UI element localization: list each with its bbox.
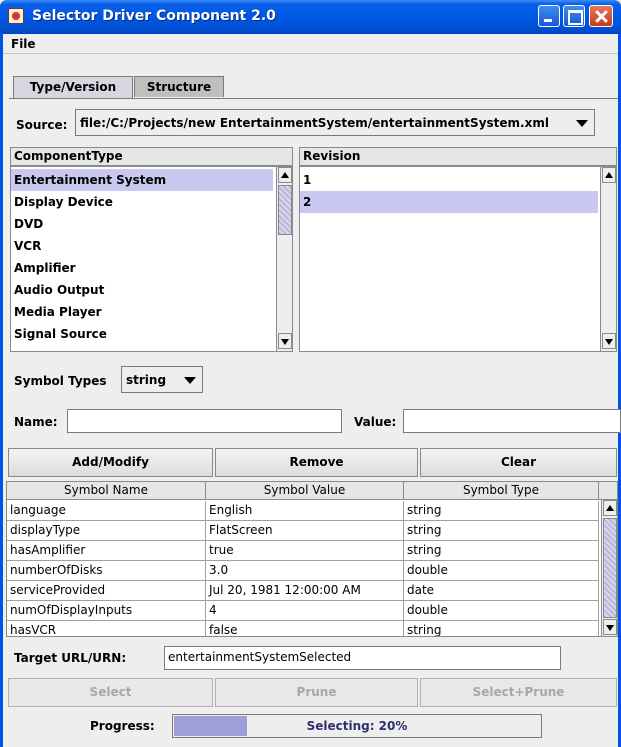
chevron-down-icon <box>576 120 588 127</box>
window-title: Selector Driver Component 2.0 <box>32 8 276 24</box>
add-modify-button[interactable]: Add/Modify <box>8 448 213 477</box>
tab-divider <box>9 98 618 99</box>
list-item[interactable]: 1 <box>300 169 598 191</box>
select-button[interactable]: Select <box>8 678 213 707</box>
list-item[interactable]: Media Player <box>11 301 273 323</box>
scroll-down-arrow-icon[interactable] <box>602 333 616 349</box>
table-cell[interactable]: double <box>404 601 599 621</box>
column-header-symbol-value[interactable]: Symbol Value <box>206 482 404 500</box>
list-item[interactable]: Amplifier <box>11 257 273 279</box>
menu-file[interactable]: File <box>11 37 36 51</box>
table-cell[interactable]: date <box>404 581 599 601</box>
symbol-types-label: Symbol Types <box>14 374 107 388</box>
chevron-down-icon <box>184 377 196 384</box>
table-cell[interactable]: string <box>404 541 599 561</box>
tab-structure[interactable]: Structure <box>134 76 224 97</box>
minimize-button[interactable] <box>538 5 560 27</box>
revision-list: 1 2 <box>299 166 617 352</box>
table-scrollbar[interactable] <box>601 500 617 636</box>
list-item[interactable]: Audio Output <box>11 279 273 301</box>
scroll-up-arrow-icon[interactable] <box>603 500 617 516</box>
progress-text: Selecting: 20% <box>306 719 408 733</box>
tab-type-version[interactable]: Type/Version <box>13 76 133 99</box>
progress-label: Progress: <box>90 719 155 733</box>
list-item[interactable]: Signal Source <box>11 323 273 345</box>
scroll-down-arrow-icon[interactable] <box>278 333 292 349</box>
list-item[interactable]: Display Device <box>11 191 273 213</box>
table-cell[interactable]: displayType <box>7 521 206 541</box>
table-cell[interactable]: true <box>206 541 404 561</box>
prune-button[interactable]: Prune <box>215 678 418 707</box>
source-label: Source: <box>16 118 68 132</box>
list-item[interactable]: 2 <box>300 191 598 213</box>
close-button[interactable] <box>589 5 613 27</box>
table-cell[interactable]: English <box>206 501 404 521</box>
component-type-list: Entertainment System Display Device DVD … <box>10 166 293 352</box>
scroll-down-arrow-icon[interactable] <box>603 619 617 635</box>
name-input[interactable] <box>67 409 342 433</box>
revision-header: Revision <box>299 147 617 166</box>
select-prune-button[interactable]: Select+Prune <box>420 678 617 707</box>
column-header-corner <box>599 482 617 500</box>
table-cell[interactable]: hasAmplifier <box>7 541 206 561</box>
revision-list-scrollbar[interactable] <box>600 167 616 351</box>
list-item[interactable]: DVD <box>11 213 273 235</box>
column-header-symbol-type[interactable]: Symbol Type <box>404 482 599 500</box>
value-label: Value: <box>354 415 397 429</box>
table-cell[interactable]: 4 <box>206 601 404 621</box>
table-cell[interactable]: numberOfDisks <box>7 561 206 581</box>
table-cell[interactable]: serviceProvided <box>7 581 206 601</box>
menu-bar: File <box>3 34 618 54</box>
table-cell[interactable]: numOfDisplayInputs <box>7 601 206 621</box>
table-cell[interactable]: hasVCR <box>7 621 206 636</box>
title-bar[interactable]: Selector Driver Component 2.0 <box>0 0 621 34</box>
target-url-label: Target URL/URN: <box>14 651 127 665</box>
scroll-thumb[interactable] <box>278 185 292 235</box>
progress-bar: Selecting: 20% <box>172 714 542 738</box>
table-cell[interactable]: language <box>7 501 206 521</box>
maximize-button[interactable] <box>563 5 585 27</box>
name-label: Name: <box>14 415 58 429</box>
symbol-types-value: string <box>126 373 167 387</box>
value-input[interactable] <box>403 409 621 433</box>
table-cell[interactable]: string <box>404 501 599 521</box>
clear-button[interactable]: Clear <box>420 448 617 477</box>
column-header-symbol-name[interactable]: Symbol Name <box>7 482 206 500</box>
list-item[interactable]: Entertainment System <box>11 169 273 191</box>
java-app-icon <box>8 8 24 24</box>
scroll-up-arrow-icon[interactable] <box>602 167 616 183</box>
target-url-input[interactable]: entertainmentSystemSelected <box>164 646 561 670</box>
source-value: file:/C:/Projects/new EntertainmentSyste… <box>80 116 549 130</box>
component-type-header: ComponentType <box>10 147 293 166</box>
list-item[interactable]: VCR <box>11 235 273 257</box>
source-combo[interactable]: file:/C:/Projects/new EntertainmentSyste… <box>75 109 595 136</box>
table-cell[interactable]: FlatScreen <box>206 521 404 541</box>
symbol-table: Symbol Name Symbol Value Symbol Type lan… <box>6 481 618 637</box>
component-list-scrollbar[interactable] <box>276 167 292 351</box>
symbol-types-combo[interactable]: string <box>121 366 203 393</box>
scroll-thumb[interactable] <box>603 518 617 618</box>
table-cell[interactable]: 3.0 <box>206 561 404 581</box>
window-client-area: File Type/Version Structure <box>3 34 618 747</box>
table-cell[interactable]: false <box>206 621 404 636</box>
table-cell[interactable]: string <box>404 521 599 541</box>
table-cell[interactable]: string <box>404 621 599 636</box>
remove-button[interactable]: Remove <box>215 448 418 477</box>
table-cell[interactable]: double <box>404 561 599 581</box>
table-cell[interactable]: Jul 20, 1981 12:00:00 AM <box>206 581 404 601</box>
scroll-up-arrow-icon[interactable] <box>278 167 292 183</box>
